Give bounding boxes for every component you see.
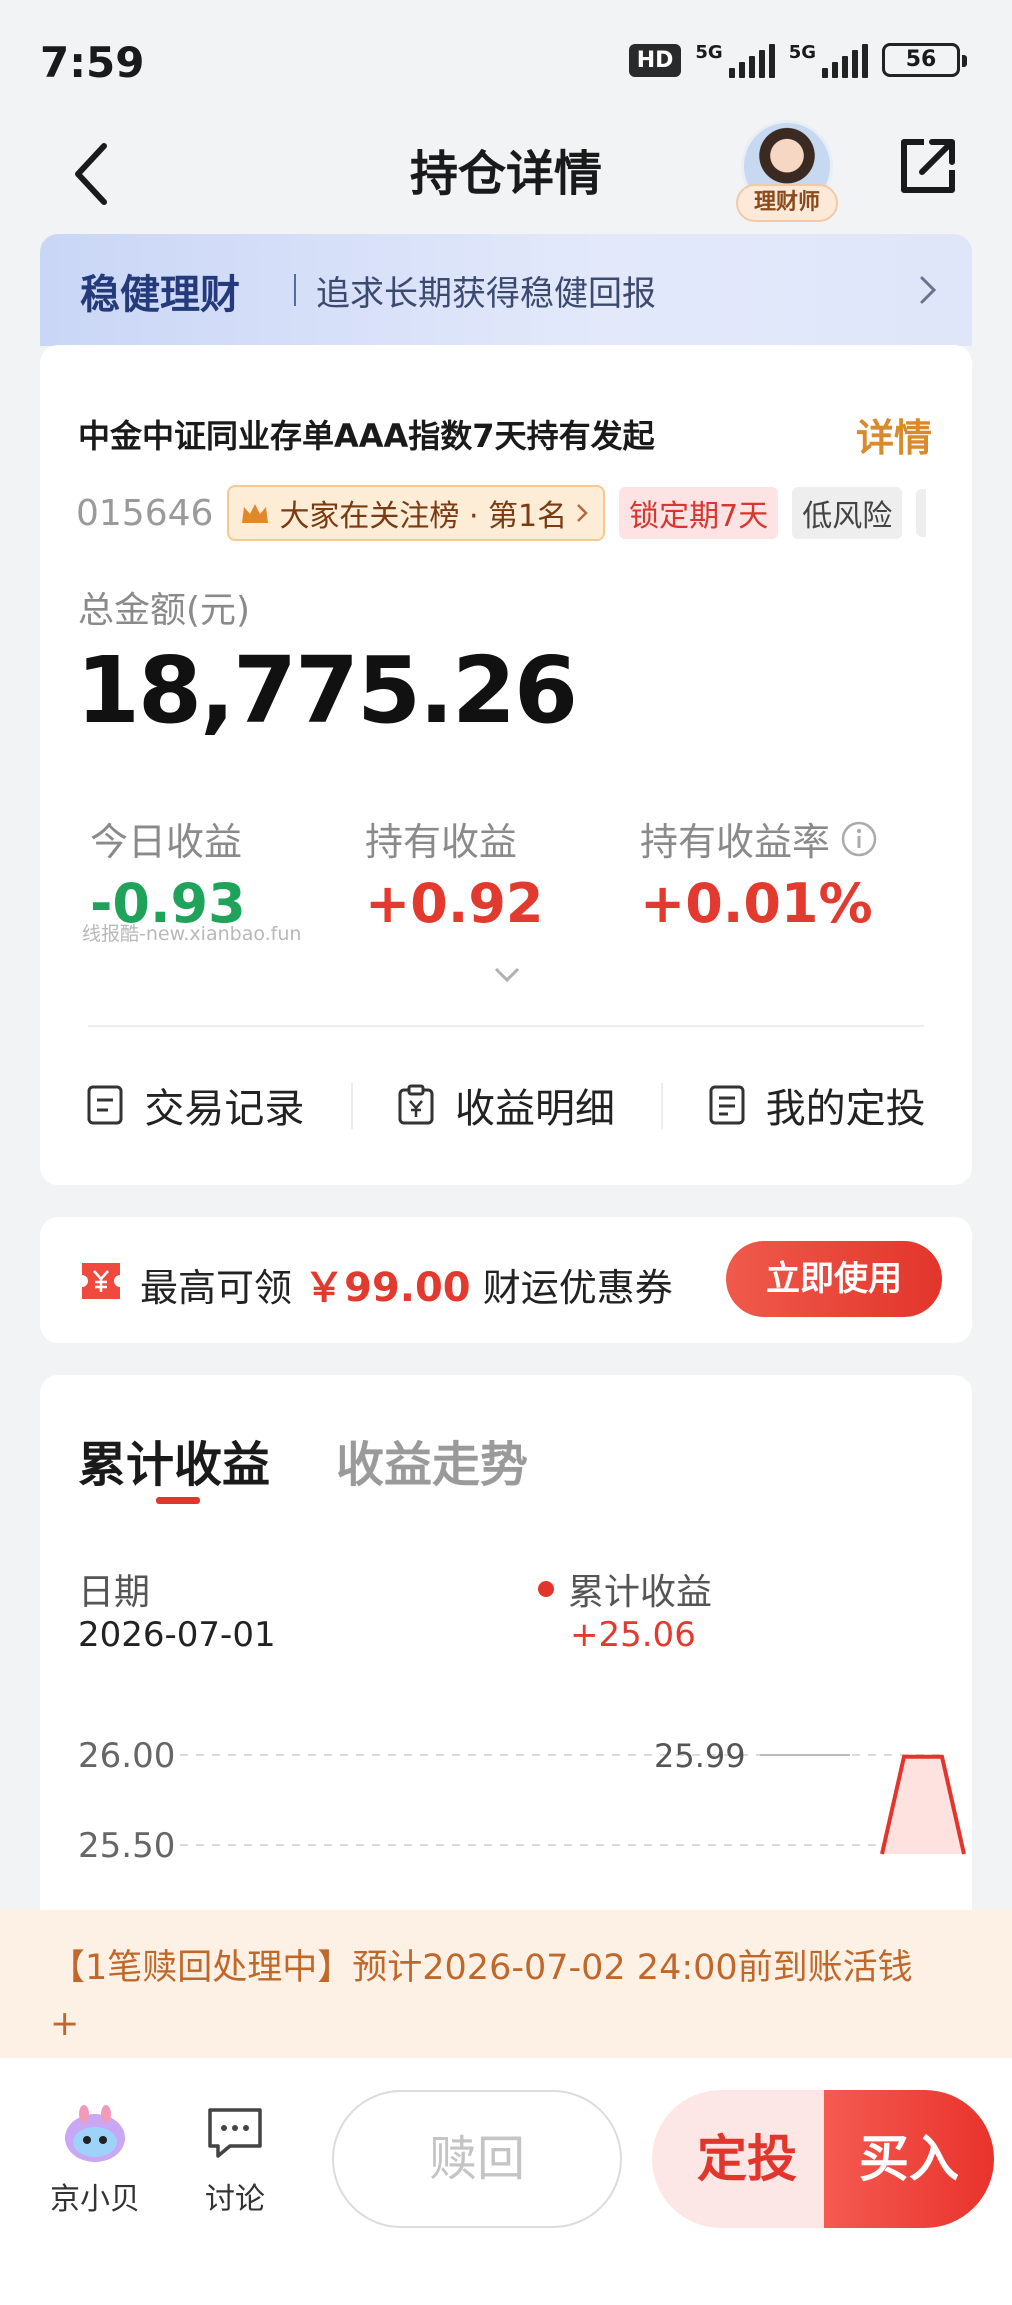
coupon-card: 最高可领 ￥99.00 财运优惠券 立即使用 [40, 1217, 972, 1343]
fund-code: 015646 [76, 492, 214, 534]
document-icon [709, 1085, 745, 1125]
total-amount-value: 18,775.26 [76, 637, 578, 744]
network-label: 5G [695, 42, 723, 63]
redeem-notice-text: 【1笔赎回处理中】预计2026-07-02 24:00前到账活钱 [50, 1948, 913, 1988]
tab-cumulative-income[interactable]: 累计收益 [78, 1425, 270, 1495]
status-time: 7:59 [40, 38, 145, 87]
holding-rate-label: 持有收益率 [640, 820, 831, 864]
clipboard-yen-icon [398, 1084, 434, 1125]
income-detail-label: 收益明细 [455, 1086, 615, 1132]
today-income: 今日收益 -0.93 [90, 811, 246, 935]
holding-income-label: 持有收益 [365, 820, 518, 864]
total-amount-label: 总金额(元) [78, 590, 251, 631]
coupon-text: 最高可领 ￥99.00 财运优惠券 [140, 1255, 673, 1313]
bottom-bar: 京小贝 讨论 赎回 定投 买入 [0, 2058, 1012, 2305]
coupon-prefix: 最高可领 [140, 1266, 293, 1310]
y-tick-label: 26.00 [78, 1736, 175, 1776]
income-detail-button[interactable]: 收益明细 [350, 1055, 662, 1155]
coupon-suffix: 财运优惠券 [482, 1266, 673, 1310]
today-income-label: 今日收益 [90, 820, 243, 864]
share-icon[interactable] [896, 134, 960, 198]
rank-tag[interactable]: 大家在关注榜 · 第1名 [227, 485, 606, 541]
document-icon [87, 1085, 123, 1125]
info-icon[interactable] [840, 820, 878, 858]
coupon-icon [82, 1263, 120, 1299]
legend-value: +25.06 [570, 1615, 696, 1655]
fund-detail-link[interactable]: 详情 [856, 407, 932, 462]
redeem-notice: 【1笔赎回处理中】预计2026-07-02 24:00前到账活钱 + [50, 1940, 970, 2052]
fund-tags: 015646 大家在关注榜 · 第1名 锁定期7天 低风险 [76, 485, 927, 541]
steady-finance-banner[interactable]: 稳健理财 追求长期获得稳健回报 [40, 234, 972, 346]
more-tags-indicator [916, 489, 927, 537]
date-label: 日期 [78, 1572, 151, 1613]
fixed-investment-button[interactable]: 定投 [652, 2090, 842, 2228]
my-plan-button[interactable]: 我的定投 [661, 1055, 972, 1155]
legend-dot [538, 1581, 554, 1597]
holding-income: 持有收益 +0.92 [365, 811, 543, 935]
fund-name: 中金中证同业存单AAA指数7天持有发起 [78, 417, 655, 455]
banner-title: 稳健理财 [80, 272, 240, 318]
use-coupon-button[interactable]: 立即使用 [726, 1241, 942, 1317]
active-tab-indicator [156, 1497, 200, 1504]
my-plan-label: 我的定投 [765, 1086, 926, 1132]
redeem-notice-extra: + [50, 2004, 80, 2044]
trade-record-label: 交易记录 [144, 1086, 305, 1132]
banner-divider [294, 274, 296, 306]
advisor-label: 理财师 [736, 184, 838, 222]
battery-icon: 56 [882, 43, 967, 77]
chart-tabs: 累计收益 收益走势 [78, 1425, 528, 1495]
assistant-label: 京小贝 [50, 2182, 140, 2217]
chevron-right-icon [920, 276, 937, 304]
tab-income-trend[interactable]: 收益走势 [336, 1425, 528, 1495]
holding-actions: 交易记录 收益明细 我的定投 [40, 1055, 972, 1155]
divider [88, 1025, 924, 1027]
assistant-button[interactable]: 京小贝 [40, 2102, 150, 2218]
redeem-button[interactable]: 赎回 [332, 2090, 622, 2228]
watermark-text: 线报酷-new.xianbao.fun [82, 923, 302, 945]
y-tick-label: 25.50 [78, 1826, 175, 1866]
chevron-down-icon[interactable] [492, 965, 522, 985]
redeem-notice-bar[interactable]: 【1笔赎回处理中】预计2026-07-02 24:00前到账活钱 + [0, 1910, 1012, 2058]
holding-rate-label-row: 持有收益率 [640, 811, 878, 866]
risk-level-tag: 低风险 [792, 487, 903, 539]
discuss-button[interactable]: 讨论 [180, 2102, 290, 2218]
legend-label: 累计收益 [568, 1572, 713, 1613]
nav-bar: 持仓详情 理财师 [0, 120, 1012, 235]
holding-rate-value: +0.01% [640, 872, 873, 935]
assistant-mascot-icon [65, 2105, 125, 2162]
rank-tag-label: 大家在关注榜 · 第1名 [279, 499, 568, 534]
hd-icon: HD [628, 43, 682, 77]
holding-rate: 持有收益率 +0.01% [640, 811, 878, 935]
chart-legend: 累计收益 [538, 1563, 712, 1615]
crown-icon [242, 504, 269, 523]
buy-button[interactable]: 买入 [824, 2090, 994, 2228]
signal-icon: 5G [695, 42, 775, 78]
signal-icon: 5G [789, 42, 868, 78]
coupon-amount: ￥99.00 [304, 1265, 471, 1311]
chat-bubble-icon [208, 2108, 262, 2158]
chevron-right-icon [577, 504, 588, 522]
banner-subtitle: 追求长期获得稳健回报 [316, 274, 656, 314]
network-label: 5G [788, 42, 816, 63]
status-bar: 7:59 HD 5G 5G 56 [0, 0, 1012, 120]
holding-income-value: +0.92 [365, 872, 544, 935]
date-value: 2026-07-01 [78, 1615, 276, 1655]
status-icons: HD 5G 5G 56 [628, 42, 967, 78]
advisor-button[interactable]: 理财师 [736, 120, 838, 230]
trade-record-button[interactable]: 交易记录 [40, 1055, 351, 1155]
discuss-label: 讨论 [205, 2182, 265, 2217]
lock-period-tag: 锁定期7天 [619, 487, 779, 539]
holding-card: 中金中证同业存单AAA指数7天持有发起 详情 015646 大家在关注榜 · 第… [40, 345, 972, 1185]
peak-value-label: 25.99 [654, 1737, 746, 1775]
page-title: 持仓详情 [409, 146, 602, 202]
